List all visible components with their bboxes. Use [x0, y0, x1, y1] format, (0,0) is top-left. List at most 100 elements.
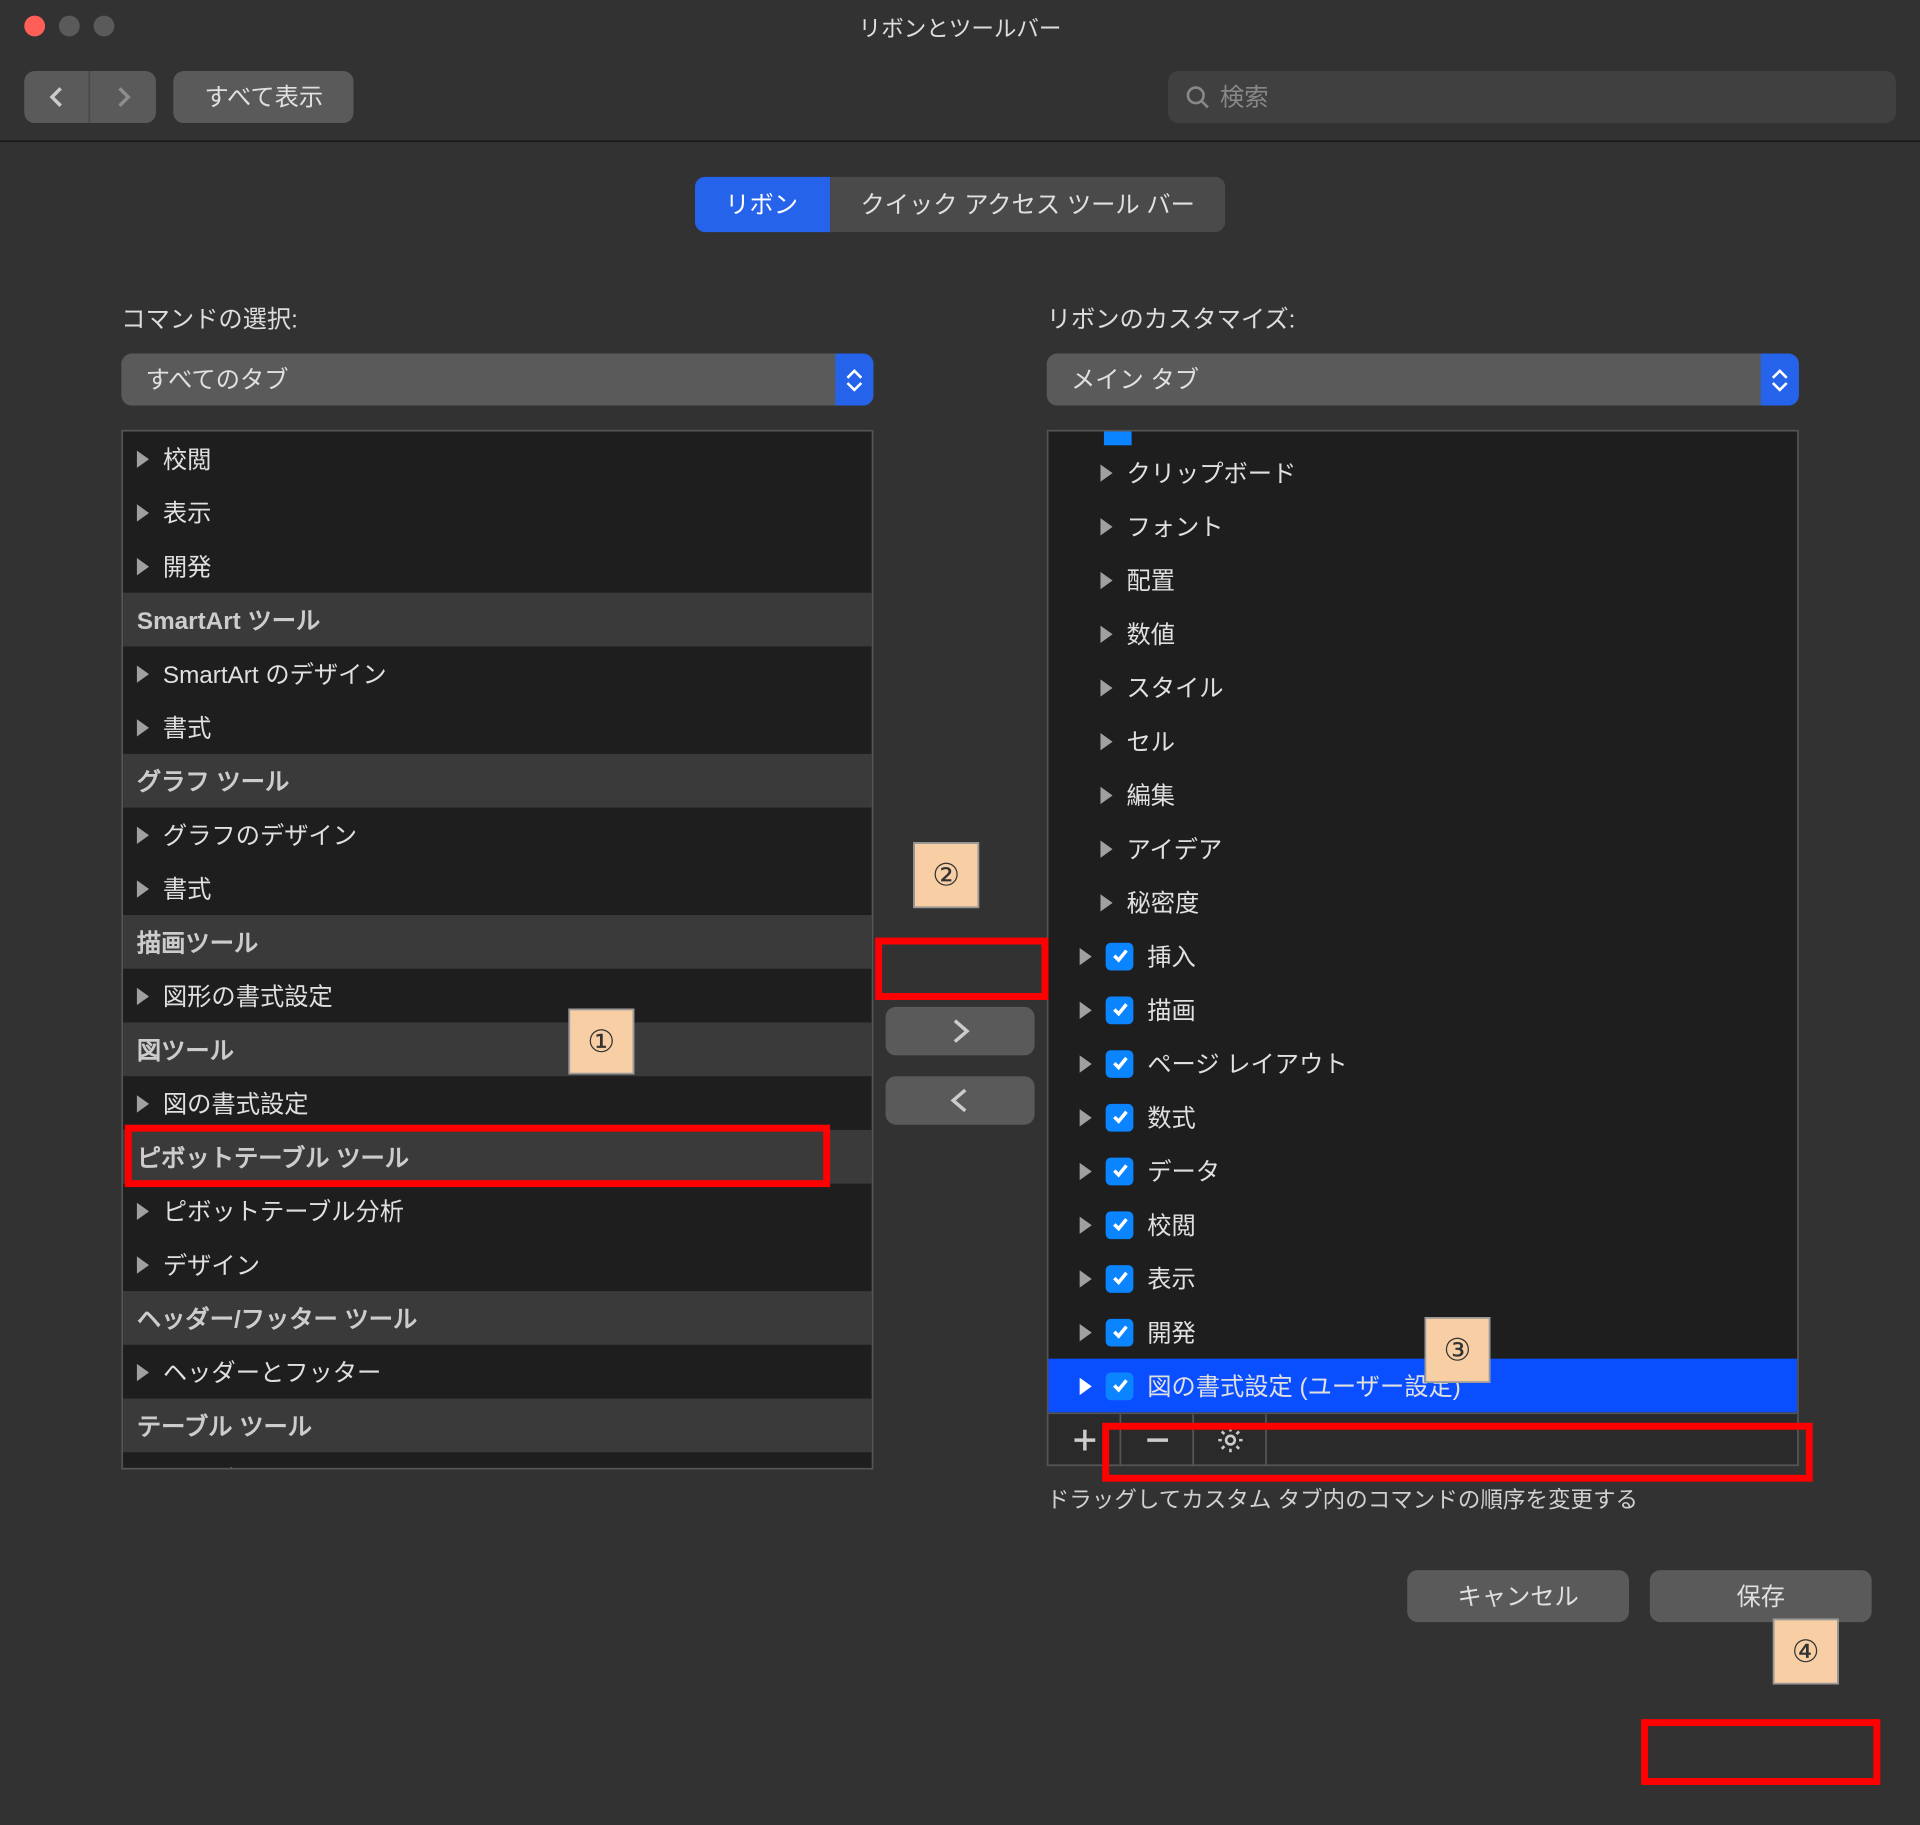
list-item[interactable]: テーブル: [123, 1452, 872, 1469]
list-header[interactable]: SmartArt ツール: [123, 593, 872, 647]
tab-segment: リボン クイック アクセス ツール バー: [0, 177, 1920, 232]
remove-button[interactable]: [886, 1076, 1035, 1125]
list-header[interactable]: ヘッダー/フッター ツール: [123, 1291, 872, 1345]
list-item[interactable]: データ: [1048, 1144, 1797, 1198]
list-header[interactable]: テーブル ツール: [123, 1399, 872, 1453]
list-item[interactable]: アイデア: [1048, 821, 1797, 875]
checkbox[interactable]: [1106, 942, 1134, 970]
list-item[interactable]: 書式: [123, 861, 872, 915]
content-area: リボン クイック アクセス ツール バー コマンドの選択: すべてのタブ 校閲表…: [0, 142, 1920, 1825]
disclosure-triangle-icon: [137, 665, 149, 682]
list-header[interactable]: 図ツール: [123, 1022, 872, 1076]
callout-3: ③: [1425, 1317, 1491, 1383]
add-tab-button[interactable]: [1048, 1414, 1121, 1466]
list-item[interactable]: デザイン: [123, 1237, 872, 1291]
disclosure-triangle-icon: [1100, 840, 1112, 857]
back-button[interactable]: [24, 70, 90, 122]
list-item-label: 表示: [1147, 1261, 1196, 1296]
tab-qat[interactable]: クイック アクセス ツール バー: [829, 177, 1226, 232]
tab-ribbon[interactable]: リボン: [694, 177, 829, 232]
disclosure-triangle-icon: [137, 879, 149, 896]
list-item[interactable]: 描画: [1048, 983, 1797, 1037]
disclosure-triangle-icon: [1080, 1108, 1092, 1125]
disclosure-triangle-icon: [1080, 1162, 1092, 1179]
left-listbox[interactable]: 校閲表示開発SmartArt ツールSmartArt のデザイン書式グラフ ツー…: [121, 430, 873, 1470]
add-button[interactable]: [886, 1006, 1035, 1055]
checkbox[interactable]: [1106, 1103, 1134, 1131]
search-box[interactable]: [1168, 70, 1896, 122]
right-column: リボンのカスタマイズ: メイン タブ クリップボードフォント配置数値スタイルセル…: [1047, 302, 1799, 1518]
hint-text: ドラッグしてカスタム タブ内のコマンドの順序を変更する: [1047, 1483, 1799, 1517]
maximize-button[interactable]: [94, 16, 115, 37]
toolbar: すべて表示: [0, 52, 1920, 142]
list-item[interactable]: 編集: [1048, 768, 1797, 822]
disclosure-triangle-icon: [1100, 517, 1112, 534]
close-button[interactable]: [24, 16, 45, 37]
list-item-label: 書式: [163, 871, 212, 906]
callout-2: ②: [913, 842, 979, 908]
list-item[interactable]: 校閲: [1048, 1198, 1797, 1252]
list-item-label: 校閲: [1147, 1207, 1196, 1242]
list-header[interactable]: グラフ ツール: [123, 754, 872, 808]
window-title: リボンとツールバー: [0, 10, 1920, 43]
window: リボンとツールバー すべて表示 リボン クイック アクセス ツール バー: [0, 0, 1920, 1825]
list-header[interactable]: ピボットテーブル ツール: [123, 1130, 872, 1184]
list-item-label: データ: [1147, 1153, 1220, 1188]
list-item[interactable]: グラフのデザイン: [123, 808, 872, 862]
list-item-label: テーブル: [163, 1462, 259, 1470]
settings-button[interactable]: [1194, 1414, 1267, 1466]
list-item-label: 配置: [1126, 562, 1175, 597]
search-input[interactable]: [1220, 82, 1879, 110]
list-item[interactable]: 図の書式設定: [123, 1076, 872, 1130]
remove-tab-button[interactable]: [1121, 1414, 1194, 1466]
list-item[interactable]: 数値: [1048, 607, 1797, 661]
list-item[interactable]: クリップボード: [1048, 445, 1797, 499]
list-item[interactable]: 書式: [123, 700, 872, 754]
list-item[interactable]: 図の書式設定 (ユーザー設定): [1048, 1359, 1797, 1413]
updown-icon: [835, 354, 873, 406]
traffic-lights: [24, 16, 114, 37]
left-dropdown[interactable]: すべてのタブ: [121, 354, 873, 406]
list-item[interactable]: フォント: [1048, 499, 1797, 553]
list-item[interactable]: スタイル: [1048, 660, 1797, 714]
list-item[interactable]: 秘密度: [1048, 875, 1797, 929]
chevron-right-icon: [948, 1017, 972, 1045]
chevron-left-icon: [948, 1086, 972, 1114]
checkbox[interactable]: [1106, 1318, 1134, 1346]
disclosure-triangle-icon: [137, 557, 149, 574]
list-item[interactable]: 開発: [123, 539, 872, 593]
list-item[interactable]: SmartArt のデザイン: [123, 646, 872, 700]
callout-4: ④: [1773, 1619, 1839, 1685]
list-item[interactable]: 配置: [1048, 553, 1797, 607]
list-header[interactable]: 描画ツール: [123, 915, 872, 969]
cancel-button[interactable]: キャンセル: [1407, 1569, 1629, 1621]
left-label: コマンドの選択:: [121, 302, 873, 337]
show-all-button[interactable]: すべて表示: [173, 70, 354, 122]
list-item-label: グラフのデザイン: [163, 817, 357, 852]
save-button[interactable]: 保存: [1650, 1569, 1872, 1621]
list-item[interactable]: セル: [1048, 714, 1797, 768]
list-item[interactable]: 表示: [123, 485, 872, 539]
list-item[interactable]: ヘッダーとフッター: [123, 1345, 872, 1399]
list-item[interactable]: ページ レイアウト: [1048, 1036, 1797, 1090]
checkbox[interactable]: [1106, 1372, 1134, 1400]
list-item-label: 校閲: [163, 441, 212, 476]
checkbox[interactable]: [1106, 1264, 1134, 1292]
checkbox[interactable]: [1106, 1157, 1134, 1185]
minimize-button[interactable]: [59, 16, 80, 37]
list-item[interactable]: 開発: [1048, 1305, 1797, 1359]
list-item-label: 数値: [1126, 616, 1175, 651]
checkbox[interactable]: [1106, 996, 1134, 1024]
list-item[interactable]: 表示: [1048, 1251, 1797, 1305]
forward-button[interactable]: [90, 70, 156, 122]
list-item[interactable]: 挿入: [1048, 929, 1797, 983]
list-item[interactable]: ピボットテーブル分析: [123, 1184, 872, 1238]
checkbox[interactable]: [1106, 1211, 1134, 1239]
list-item[interactable]: 校閲: [123, 432, 872, 486]
list-item[interactable]: 図形の書式設定: [123, 969, 872, 1023]
footer: キャンセル 保存: [0, 1535, 1920, 1656]
right-dropdown[interactable]: メイン タブ: [1047, 354, 1799, 406]
list-item[interactable]: 数式: [1048, 1090, 1797, 1144]
checkbox[interactable]: [1106, 1049, 1134, 1077]
right-listbox[interactable]: クリップボードフォント配置数値スタイルセル編集アイデア秘密度挿入描画ページ レイ…: [1047, 430, 1799, 1414]
